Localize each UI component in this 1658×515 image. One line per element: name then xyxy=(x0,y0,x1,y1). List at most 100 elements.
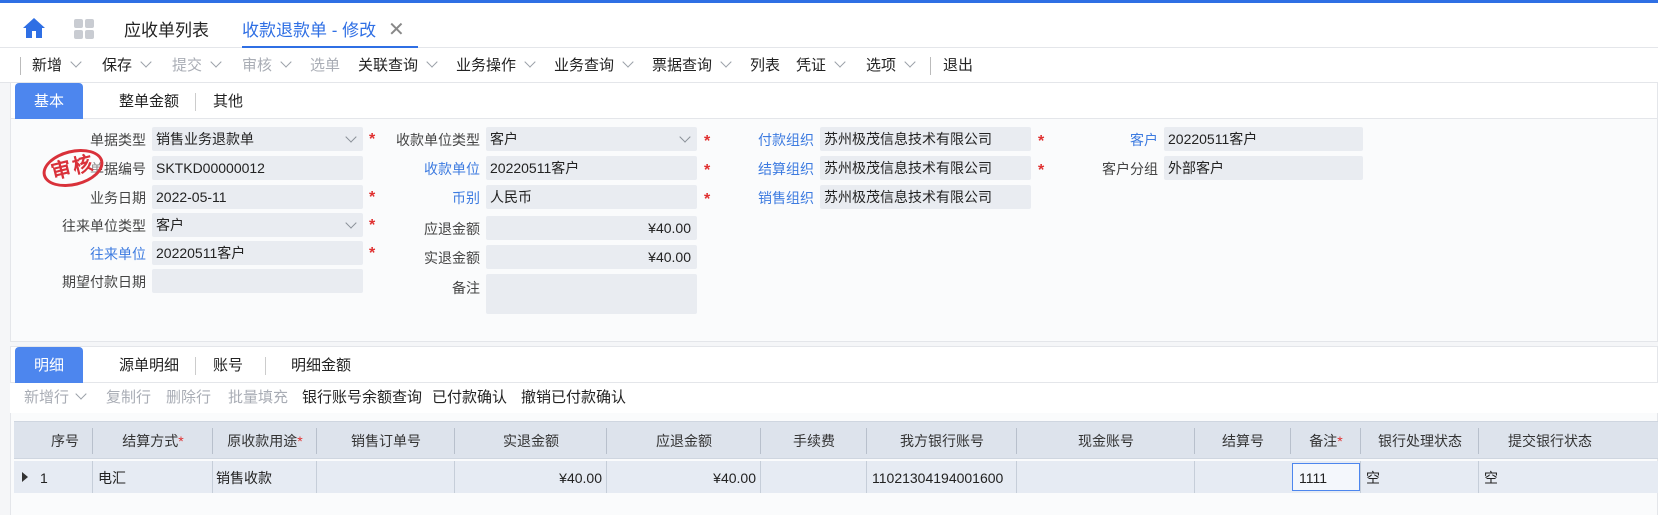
settle-org-field[interactable]: 苏州极茂信息技术有限公司 xyxy=(820,156,1031,180)
cell-settle-method[interactable]: 电汇 xyxy=(98,461,208,493)
col-settle-no[interactable]: 结算号 xyxy=(1196,422,1290,460)
cell-due[interactable]: ¥40.00 xyxy=(610,461,756,493)
col-due[interactable]: 应退金额 xyxy=(608,422,760,460)
exit-button[interactable]: 退出 xyxy=(943,48,973,83)
col-bank-account[interactable]: 我方银行账号 xyxy=(868,422,1016,460)
customer-field[interactable]: 20220511客户 xyxy=(1164,127,1363,151)
bill-type-select[interactable]: 销售业务退款单 xyxy=(152,127,363,151)
pay-org-field[interactable]: 苏州极茂信息技术有限公司 xyxy=(820,127,1031,151)
copy-row-button[interactable]: 复制行 xyxy=(106,383,151,413)
col-divider[interactable] xyxy=(1360,428,1361,454)
options-button[interactable]: 选项 xyxy=(866,48,916,83)
voucher-button[interactable]: 凭证 xyxy=(796,48,846,83)
cell-remark-input[interactable]: 1111 xyxy=(1292,463,1360,491)
related-query-button[interactable]: 关联查询 xyxy=(358,48,438,83)
sales-org-field[interactable]: 苏州极茂信息技术有限公司 xyxy=(820,185,1031,209)
apps-grid-icon[interactable] xyxy=(74,19,94,39)
table-row[interactable]: 1 电汇 销售收款 ¥40.00 ¥40.00 1102130419400160… xyxy=(14,461,1658,493)
tab-basic[interactable]: 基本 xyxy=(15,83,83,119)
cell-bank-status[interactable]: 空 xyxy=(1366,461,1474,493)
expect-pay-date-field[interactable] xyxy=(152,269,363,293)
cell-divider xyxy=(606,461,607,493)
home-icon[interactable] xyxy=(22,17,46,39)
tab-detail-amount[interactable]: 明细金额 xyxy=(277,347,365,383)
tab-detail[interactable]: 明细 xyxy=(15,347,83,383)
pay-org-label[interactable]: 付款组织 xyxy=(720,130,814,150)
col-divider[interactable] xyxy=(316,428,317,454)
chevron-down-icon xyxy=(720,56,732,68)
bill-query-button[interactable]: 票据查询 xyxy=(652,48,732,83)
col-divider[interactable] xyxy=(1478,428,1479,454)
tab-source-detail[interactable]: 源单明细 xyxy=(99,347,199,383)
biz-ops-button[interactable]: 业务操作 xyxy=(456,48,536,83)
col-submit-status[interactable]: 提交银行状态 xyxy=(1480,422,1600,460)
batch-fill-button[interactable]: 批量填充 xyxy=(228,383,288,413)
cancel-paid-button[interactable]: 撤销已付款确认 xyxy=(521,383,626,413)
col-settle-method[interactable]: 结算方式* xyxy=(94,422,212,460)
cell-cash-account[interactable] xyxy=(1020,461,1190,493)
col-divider[interactable] xyxy=(760,428,761,454)
due-refund-field[interactable]: ¥40.00 xyxy=(486,216,697,240)
col-purpose[interactable]: 原收款用途* xyxy=(214,422,316,460)
col-order-no[interactable]: 销售订单号 xyxy=(318,422,454,460)
cell-actual[interactable]: ¥40.00 xyxy=(458,461,602,493)
remark-textarea[interactable] xyxy=(486,274,697,314)
audit-label: 审核 xyxy=(242,57,273,74)
cell-submit-status[interactable]: 空 xyxy=(1484,461,1584,493)
recv-unit-label[interactable]: 收款单位 xyxy=(380,159,480,179)
biz-date-field[interactable]: 2022-05-11 xyxy=(152,185,363,209)
chevron-down-icon xyxy=(904,56,916,68)
contact-unit-label[interactable]: 往来单位 xyxy=(30,244,146,264)
cell-order-no[interactable] xyxy=(320,461,450,493)
required-mark: * xyxy=(369,245,376,262)
cell-fee[interactable] xyxy=(764,461,862,493)
options-label: 选项 xyxy=(866,57,897,74)
biz-ops-label: 业务操作 xyxy=(456,57,517,74)
currency-label[interactable]: 币别 xyxy=(380,188,480,208)
col-remark[interactable]: 备注* xyxy=(1292,422,1360,460)
cell-purpose[interactable]: 销售收款 xyxy=(216,461,312,493)
col-divider[interactable] xyxy=(606,428,607,454)
col-divider[interactable] xyxy=(1016,428,1017,454)
col-fee[interactable]: 手续费 xyxy=(762,422,866,460)
currency-field[interactable]: 人民币 xyxy=(486,185,697,209)
col-cash-account[interactable]: 现金账号 xyxy=(1018,422,1194,460)
cell-settle-no[interactable] xyxy=(1198,461,1286,493)
submit-button[interactable]: 提交 xyxy=(172,48,222,83)
contact-type-select[interactable]: 客户 xyxy=(152,213,363,237)
audit-button[interactable]: 审核 xyxy=(242,48,292,83)
col-divider[interactable] xyxy=(92,428,93,454)
tab-other[interactable]: 其他 xyxy=(203,83,253,119)
list-button[interactable]: 列表 xyxy=(750,48,780,83)
bank-balance-query-button[interactable]: 银行账号余额查询 xyxy=(302,383,422,413)
col-bank-status[interactable]: 银行处理状态 xyxy=(1362,422,1478,460)
cell-bank-account[interactable]: 11021304194001600 xyxy=(872,461,1014,493)
tab-receivable-list[interactable]: 应收单列表 xyxy=(124,3,209,48)
customer-group-field[interactable]: 外部客户 xyxy=(1164,156,1363,180)
tab-total-amount[interactable]: 整单金额 xyxy=(99,83,199,119)
row-pointer-icon xyxy=(22,472,28,482)
col-divider[interactable] xyxy=(1194,428,1195,454)
col-seq[interactable]: 序号 xyxy=(38,422,92,460)
select-bill-button[interactable]: 选单 xyxy=(310,48,340,83)
settle-org-label[interactable]: 结算组织 xyxy=(720,159,814,179)
recv-unit-field[interactable]: 20220511客户 xyxy=(486,156,697,180)
tab-account[interactable]: 账号 xyxy=(203,347,253,383)
recv-unit-type-select[interactable]: 客户 xyxy=(486,127,697,151)
col-divider[interactable] xyxy=(454,428,455,454)
biz-query-button[interactable]: 业务查询 xyxy=(554,48,634,83)
col-divider[interactable] xyxy=(1290,428,1291,454)
bill-no-field[interactable]: SKTKD00000012 xyxy=(152,156,363,180)
col-divider[interactable] xyxy=(866,428,867,454)
save-button[interactable]: 保存 xyxy=(102,48,152,83)
customer-label[interactable]: 客户 xyxy=(1060,130,1158,150)
col-actual[interactable]: 实退金额 xyxy=(456,422,606,460)
delete-row-button[interactable]: 删除行 xyxy=(166,383,211,413)
add-row-button[interactable]: 新增行 xyxy=(24,383,87,413)
confirm-paid-button[interactable]: 已付款确认 xyxy=(432,383,507,413)
new-button[interactable]: 新增 xyxy=(32,48,82,83)
contact-unit-field[interactable]: 20220511客户 xyxy=(152,241,363,265)
sales-org-label[interactable]: 销售组织 xyxy=(720,188,814,208)
col-divider[interactable] xyxy=(212,428,213,454)
actual-refund-field[interactable]: ¥40.00 xyxy=(486,245,697,269)
